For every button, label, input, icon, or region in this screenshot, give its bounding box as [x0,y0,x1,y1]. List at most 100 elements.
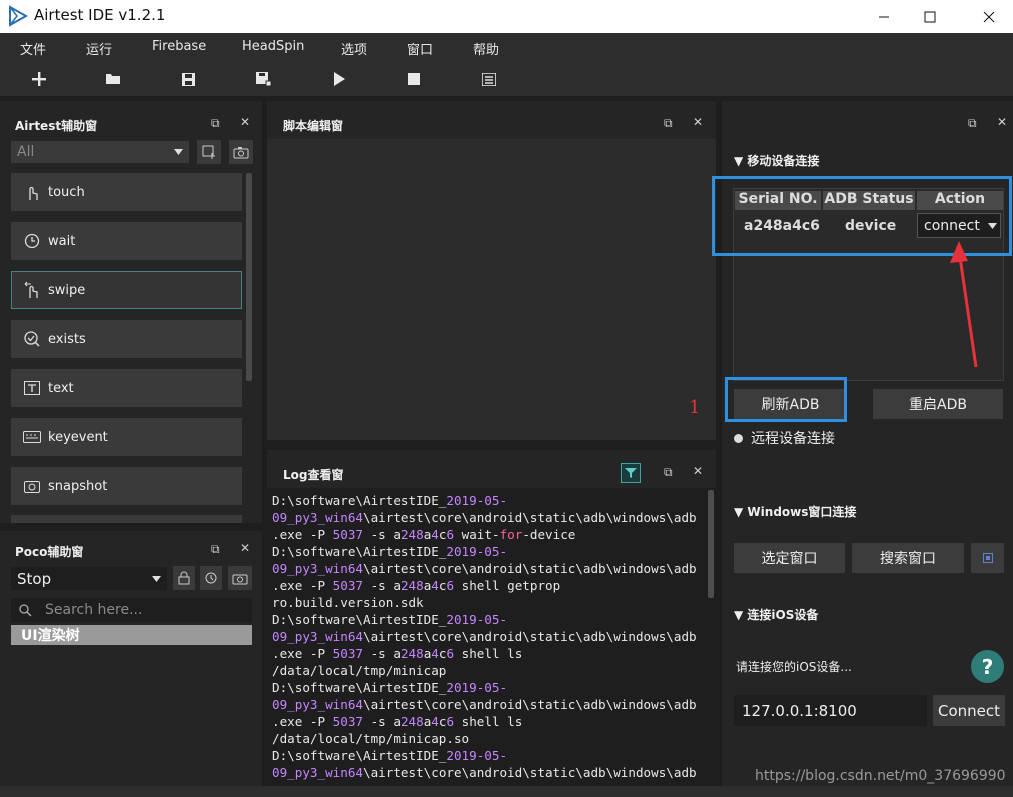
log-segment: D:\software\AirtestIDE_ [272,748,447,763]
float-icon[interactable]: ⧉ [968,116,977,131]
log-line: D:\software\AirtestIDE_2019-05- [272,679,716,696]
api-filter-select[interactable]: All [11,141,189,163]
highlight-box-refresh [725,377,847,422]
restart-adb-button[interactable]: 重启ADB [873,389,1003,419]
lock-icon[interactable] [173,566,195,590]
log-segment: -device [522,527,576,542]
add-api-icon[interactable] [197,140,221,164]
red-arrow [950,241,978,368]
menu-help[interactable]: 帮助 [473,39,499,58]
ui-tree-root[interactable]: UI渲染树 [11,625,252,645]
api-text-button[interactable]: text [11,369,242,407]
log-segment: \airtest\core\android\static\adb\windows… [363,629,697,644]
menu-headspin[interactable]: HeadSpin [242,39,304,54]
panel-close-icon[interactable]: ✕ [693,115,703,129]
plus-icon[interactable] [28,69,50,89]
poco-mode-select[interactable]: Stop [11,567,167,590]
float-icon[interactable]: ⧉ [664,116,673,131]
api-exists-label: exists [48,331,86,347]
api-swipe-button[interactable]: swipe [11,271,242,309]
log-segment: .exe -P [272,646,333,661]
save-as-icon[interactable] [252,69,274,89]
menu-bar: 文件 运行 Firebase HeadSpin 选项 窗口 帮助 [0,33,1013,61]
play-icon[interactable] [328,69,350,89]
log-segment: /data/local/tmp/minicap.so [272,731,470,746]
api-wait-button[interactable]: wait [11,222,242,260]
log-icon[interactable] [478,69,500,89]
api-touch-label: touch [48,184,85,200]
menu-window[interactable]: 窗口 [407,39,433,58]
log-segment: 5037 [332,578,364,593]
watermark: https://blog.csdn.net/m0_37696990 [755,768,1006,784]
log-segment: 248 [400,646,424,661]
remote-connect-toggle[interactable]: 远程设备连接 [734,428,835,448]
log-segment: 09_py3_win64 [272,510,363,525]
close-icon[interactable] [966,0,1012,33]
log-segment: -s a [363,646,401,661]
log-scrollbar[interactable] [708,490,714,598]
log-segment: wait- [454,527,500,542]
panel-close-icon[interactable]: ✕ [693,464,703,478]
api-snapshot-label: snapshot [48,478,108,494]
menu-firebase[interactable]: Firebase [152,39,206,54]
embed-window-icon[interactable] [971,543,1004,573]
log-panel-title: Log查看窗 [283,468,344,482]
menu-file[interactable]: 文件 [20,39,46,58]
minimize-icon[interactable] [861,0,907,33]
log-output[interactable]: D:\software\AirtestIDE_2019-05- 09_py3_wi… [267,488,716,786]
record-icon[interactable] [228,566,252,590]
mobile-section-header[interactable]: ▼ 移动设备连接 [734,152,819,169]
api-keyevent-button[interactable]: keyevent [11,418,242,456]
log-segment: ro.build.version.sdk [272,595,424,610]
log-line: .exe -P 5037 -s a248a4c6 wait-for-device [272,526,716,543]
panel-close-icon[interactable]: ✕ [997,115,1007,129]
log-line: ro.build.version.sdk [272,594,716,611]
log-segment: 4 [431,527,439,542]
open-folder-icon[interactable] [102,69,124,89]
panel-close-icon[interactable]: ✕ [240,541,250,555]
log-line: /data/local/tmp/minicap [272,662,716,679]
float-icon[interactable]: ⧉ [211,542,220,557]
log-segment: 09_py3_win64 [272,629,363,644]
log-line: .exe -P 5037 -s a248a4c6 shell ls [272,645,716,662]
menu-options[interactable]: 选项 [341,39,367,58]
float-icon[interactable]: ⧉ [664,465,673,480]
ios-section-title: 连接iOS设备 [747,608,819,622]
log-segment: \airtest\core\android\static\adb\windows… [363,697,697,712]
api-list-scrollbar[interactable] [246,173,252,381]
refresh-icon[interactable] [200,566,222,590]
log-segment: 2019-05- [446,680,508,695]
panel-close-icon[interactable]: ✕ [240,115,250,129]
log-segment: .exe -P [272,578,333,593]
api-text-label: text [48,380,74,396]
api-touch-button[interactable]: touch [11,173,242,211]
windows-section-header[interactable]: ▼ Windows窗口连接 [734,503,856,520]
airtest-panel-title: Airtest辅助窗 [15,119,98,133]
api-snapshot-button[interactable]: snapshot [11,467,242,505]
help-icon[interactable]: ? [971,650,1004,683]
menu-run[interactable]: 运行 [86,39,112,58]
stop-icon[interactable] [403,69,425,89]
poco-search-input[interactable]: Search here... [11,598,252,622]
ios-address-input[interactable]: 127.0.0.1:8100 [734,695,927,726]
log-segment: 6 [446,646,455,661]
log-segment: D:\software\AirtestIDE_ [272,680,447,695]
log-segment: for [499,527,523,542]
log-line: .exe -P 5037 -s a248a4c6 shell getprop [272,577,716,594]
search-window-button[interactable]: 搜索窗口 [852,543,964,573]
api-exists-button[interactable]: exists [11,320,242,358]
save-icon[interactable] [177,69,199,89]
log-segment: 5037 [332,527,364,542]
float-icon[interactable]: ⧉ [211,116,220,131]
maximize-icon[interactable] [907,0,953,33]
script-editor-area[interactable] [267,139,716,440]
select-window-button[interactable]: 选定窗口 [734,543,845,573]
ios-section-header[interactable]: ▼ 连接iOS设备 [734,606,818,623]
ios-connect-button[interactable]: Connect [933,695,1005,726]
chevron-down-icon [174,149,183,155]
filter-icon[interactable] [621,463,641,483]
airtest-logo-icon [8,5,29,27]
record-icon[interactable] [229,140,253,164]
log-segment: 4 [431,646,439,661]
log-line: 09_py3_win64\airtest\core\android\static… [272,560,716,577]
